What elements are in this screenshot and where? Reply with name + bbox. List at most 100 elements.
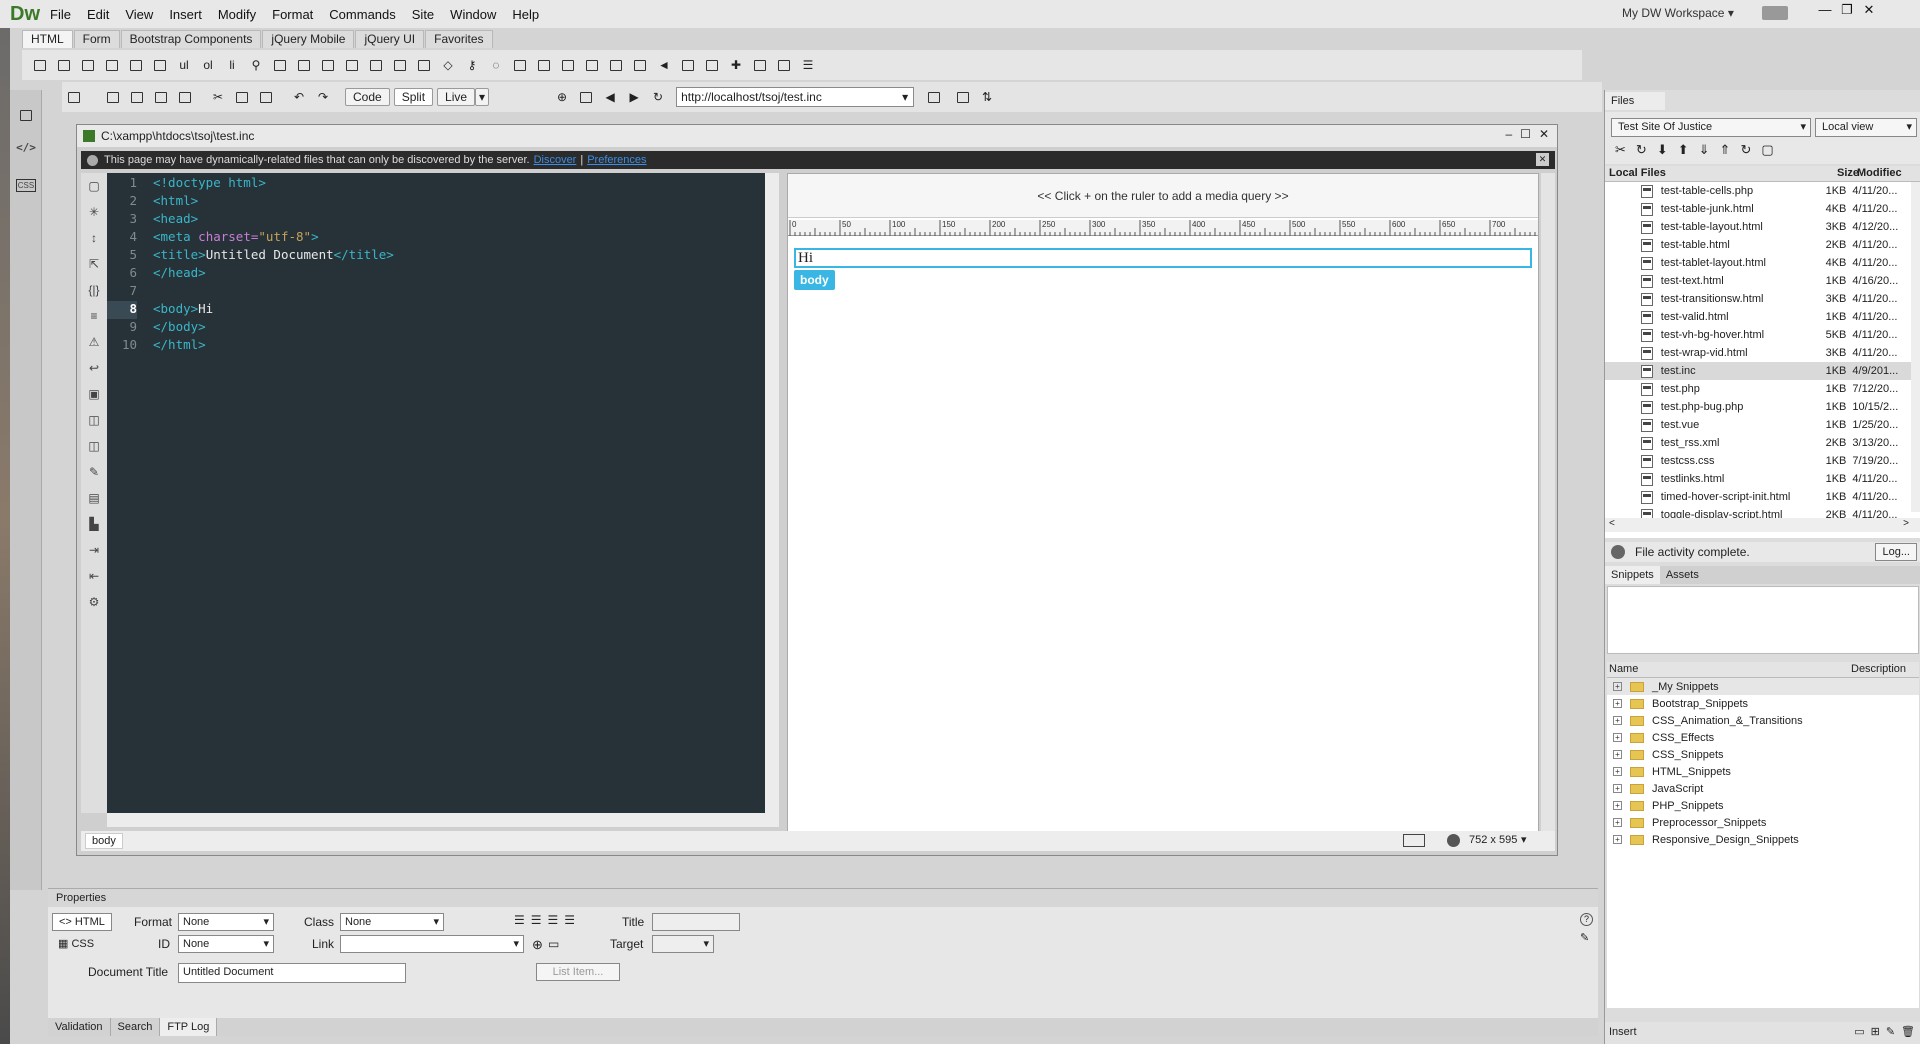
monitor-icon[interactable] — [511, 56, 529, 74]
tab-form[interactable]: Form — [73, 30, 120, 48]
check-in-icon[interactable]: ⇑ — [1720, 142, 1731, 158]
file-row[interactable]: test_rss.xml 2KB 3/13/20... — [1605, 434, 1911, 452]
main-icon[interactable] — [319, 56, 337, 74]
snippet-folder[interactable]: + PHP_Snippets — [1607, 797, 1919, 814]
files-vertical-scrollbar[interactable] — [1911, 182, 1920, 512]
indent-icon[interactable]: ⇥ — [81, 537, 107, 563]
file-row[interactable]: test-wrap-vid.html 3KB 4/11/20... — [1605, 344, 1911, 362]
open-icon[interactable] — [104, 88, 122, 106]
article-icon[interactable] — [367, 56, 385, 74]
file-row[interactable]: test-table.html 2KB 4/11/20... — [1605, 236, 1911, 254]
menu-commands[interactable]: Commands — [329, 7, 395, 22]
doc-close-icon[interactable]: ✕ — [1539, 127, 1549, 141]
tab-search[interactable]: Search — [111, 1018, 161, 1036]
col-name[interactable]: Name — [1609, 663, 1638, 675]
live-view-pane[interactable]: << Click + on the ruler to add a media q… — [787, 173, 1539, 833]
ordered-list-icon[interactable]: ☰ — [531, 913, 542, 927]
aside-icon[interactable] — [343, 56, 361, 74]
syntax-error-icon[interactable]: ▣ — [81, 381, 107, 407]
window-size[interactable]: 752 x 595 — [1469, 834, 1517, 846]
save-all-icon[interactable] — [152, 88, 170, 106]
css-panel-icon[interactable]: CSS — [10, 172, 42, 198]
refresh-icon[interactable]: ↻ — [649, 88, 667, 106]
new-snippet-icon[interactable]: ⊞ — [1871, 1025, 1880, 1038]
site-select[interactable]: Test Site Of Justice ▾ — [1611, 118, 1811, 137]
check-out-icon[interactable]: ⇓ — [1699, 142, 1710, 158]
unordered-list-icon[interactable]: ☰ — [514, 913, 525, 927]
snippet-folder[interactable]: + JavaScript — [1607, 780, 1919, 797]
flash-icon[interactable] — [679, 56, 697, 74]
split-view-button[interactable]: Split — [393, 88, 434, 106]
refresh-files-icon[interactable]: ↻ — [1636, 142, 1647, 158]
menu-view[interactable]: View — [125, 7, 153, 22]
title-input[interactable] — [652, 913, 740, 931]
expand-plus-icon[interactable]: + — [1613, 767, 1622, 776]
id-select[interactable]: None ▾ — [178, 935, 274, 953]
file-row[interactable]: test.php 1KB 7/12/20... — [1605, 380, 1911, 398]
doc-minimize-icon[interactable]: – — [1505, 127, 1512, 141]
section-icon[interactable] — [391, 56, 409, 74]
list-item-button[interactable]: List Item... — [536, 963, 620, 981]
snippet-folder[interactable]: + Bootstrap_Snippets — [1607, 695, 1919, 712]
snippet-folder[interactable]: + _My Snippets — [1607, 678, 1919, 695]
menu-site[interactable]: Site — [412, 7, 434, 22]
nav-icon[interactable] — [295, 56, 313, 74]
tag-icon[interactable]: ◇ — [439, 56, 457, 74]
expand-icon[interactable]: ▢ — [1761, 142, 1773, 158]
snippet-folder[interactable]: + CSS_Snippets — [1607, 746, 1919, 763]
menu-help[interactable]: Help — [512, 7, 539, 22]
ol-icon[interactable]: ol — [199, 56, 217, 74]
log-button[interactable]: Log... — [1875, 543, 1917, 561]
link-input[interactable]: ▾ — [340, 935, 524, 953]
target-select[interactable]: ▾ — [652, 935, 714, 953]
highlight-invalid-icon[interactable]: ⚠ — [81, 329, 107, 355]
live-content-text[interactable]: Hi — [794, 248, 1532, 268]
wrap-tag-icon[interactable]: ✎ — [81, 459, 107, 485]
menu-window[interactable]: Window — [450, 7, 496, 22]
snippet-folder[interactable]: + Responsive_Design_Snippets — [1607, 831, 1919, 848]
file-row[interactable]: test-vh-bg-hover.html 5KB 4/11/20... — [1605, 326, 1911, 344]
edit-snippet-icon[interactable]: ✎ — [1886, 1025, 1895, 1038]
snippet-folder[interactable]: + CSS_Effects — [1607, 729, 1919, 746]
discover-link[interactable]: Discover — [534, 154, 577, 166]
doc-maximize-icon[interactable]: ☐ — [1520, 127, 1531, 141]
expand-plus-icon[interactable]: + — [1613, 818, 1622, 827]
expand-plus-icon[interactable]: + — [1613, 784, 1622, 793]
menu-format[interactable]: Format — [272, 7, 313, 22]
snippet-folder[interactable]: + HTML_Snippets — [1607, 763, 1919, 780]
preferences-link[interactable]: Preferences — [587, 154, 646, 166]
new-file-icon[interactable] — [65, 88, 83, 106]
col-size[interactable]: Size — [1837, 167, 1859, 179]
edit-icon[interactable]: ✎ — [1580, 931, 1589, 944]
document-title-input[interactable]: Untitled Document — [178, 963, 406, 983]
tab-favorites[interactable]: Favorites — [425, 30, 493, 48]
format-source-code-icon[interactable]: ⚙ — [81, 589, 107, 615]
menu-insert[interactable]: Insert — [169, 7, 202, 22]
file-row[interactable]: test-transitionsw.html 3KB 4/11/20... — [1605, 290, 1911, 308]
restore-icon[interactable]: ❐ — [1836, 2, 1858, 18]
code-icon[interactable] — [31, 56, 49, 74]
forward-icon[interactable]: ▶ — [625, 88, 643, 106]
file-row[interactable]: timed-hover-script-init.html 1KB 4/11/20..… — [1605, 488, 1911, 506]
file-row[interactable]: test-text.html 1KB 4/16/20... — [1605, 272, 1911, 290]
col-modified[interactable]: Modifiec — [1857, 167, 1917, 179]
file-row[interactable]: test-valid.html 1KB 4/11/20... — [1605, 308, 1911, 326]
view-select[interactable]: Local view ▾ — [1815, 118, 1917, 137]
canvas-icon[interactable] — [583, 56, 601, 74]
expand-plus-icon[interactable]: + — [1613, 750, 1622, 759]
move-css-icon[interactable]: ▙ — [81, 511, 107, 537]
div-icon[interactable] — [103, 56, 121, 74]
browse-folder-icon[interactable]: ▭ — [548, 937, 559, 951]
code-view-button[interactable]: Code — [345, 88, 390, 106]
word-wrap-icon[interactable]: ↩ — [81, 355, 107, 381]
expand-plus-icon[interactable]: + — [1613, 835, 1622, 844]
media-query-bar[interactable]: << Click + on the ruler to add a media q… — [788, 174, 1538, 218]
tag-selector[interactable]: body — [85, 833, 123, 849]
file-row[interactable]: test.vue 1KB 1/25/20... — [1605, 416, 1911, 434]
ruler[interactable]: 0 50 100 150 200 250 300 350 400 450 500 550 600 650 7… — [788, 220, 1538, 236]
print-icon[interactable] — [176, 88, 194, 106]
copy-icon[interactable] — [233, 88, 251, 106]
add-class-plus-icon[interactable]: + — [838, 273, 852, 287]
tab-validation[interactable]: Validation — [48, 1018, 111, 1036]
file-row[interactable]: test.inc 1KB 4/9/201... — [1605, 362, 1911, 380]
